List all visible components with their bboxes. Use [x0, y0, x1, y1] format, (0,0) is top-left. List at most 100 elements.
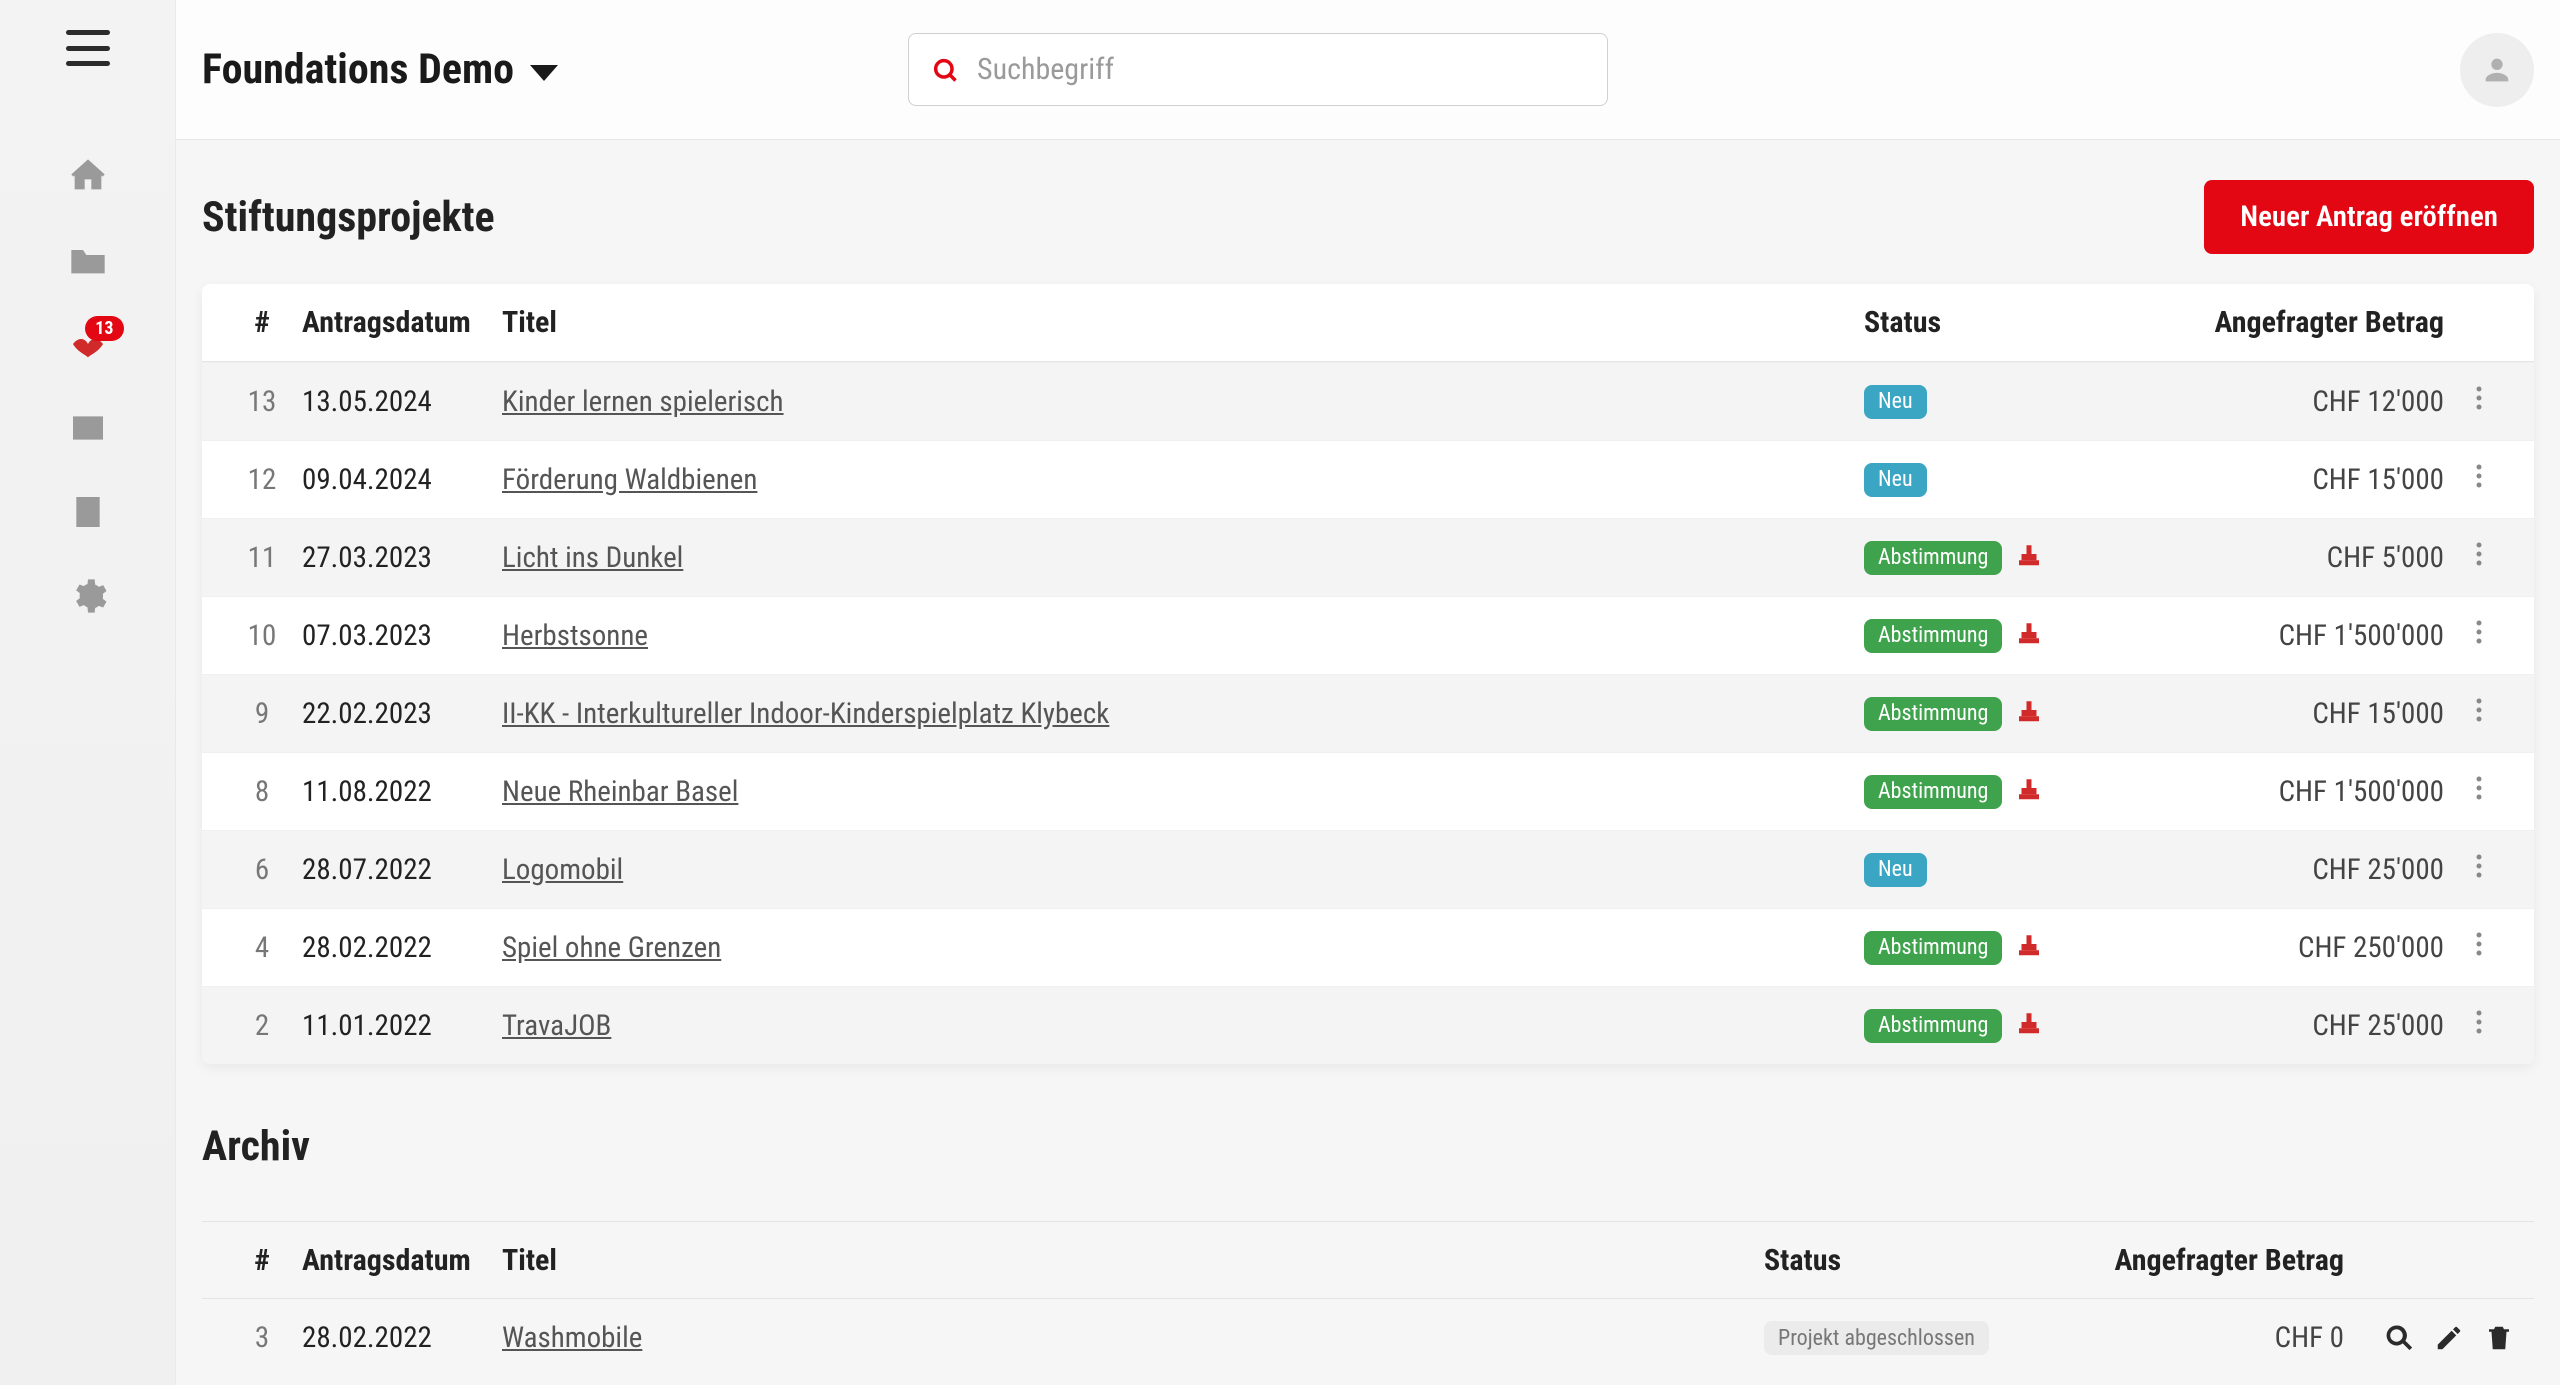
col-header-title: Titel [502, 305, 1864, 340]
row-menu-button[interactable] [2444, 383, 2514, 421]
status-badge: Neu [1864, 463, 1927, 497]
row-status: Abstimmung [1864, 695, 2164, 733]
row-amount: CHF 0 [2064, 1321, 2344, 1355]
row-status: Neu [1864, 385, 2164, 419]
row-amount: CHF 5'000 [2164, 541, 2444, 575]
row-date: 11.08.2022 [302, 775, 502, 809]
projects-table: # Antragsdatum Titel Status Angefragter … [202, 284, 2534, 1064]
table-row[interactable]: 428.02.2022Spiel ohne GrenzenAbstimmungC… [202, 908, 2534, 986]
contacts-icon [68, 492, 108, 532]
row-title-link[interactable]: Herbstsonne [502, 619, 648, 653]
status-badge: Abstimmung [1864, 619, 2002, 653]
row-num: 10 [222, 619, 302, 653]
archive-table-header: # Antragsdatum Titel Status Angefragter … [202, 1221, 2534, 1299]
table-row[interactable]: 1007.03.2023Herbstsonne Abstimmung CHF 1'5… [202, 596, 2534, 674]
archive-heading: Archiv [202, 1122, 2534, 1171]
stamp-icon [2014, 929, 2044, 967]
row-date: 09.04.2024 [302, 463, 502, 497]
search-field[interactable] [908, 33, 1608, 106]
nav-votes-badge: 13 [85, 316, 123, 341]
projects-heading: Stiftungsprojekte [202, 193, 495, 242]
row-num: 6 [222, 853, 302, 887]
row-status: Abstimmung [1864, 929, 2164, 967]
row-date: 07.03.2023 [302, 619, 502, 653]
row-title-link[interactable]: Spiel ohne Grenzen [502, 931, 721, 965]
user-icon [2480, 53, 2514, 87]
search-input[interactable] [977, 52, 1585, 87]
row-title-link[interactable]: Washmobile [502, 1321, 642, 1355]
stamp-icon [2014, 1007, 2044, 1045]
status-badge: Neu [1864, 853, 1927, 887]
nav-contacts[interactable] [64, 488, 112, 536]
row-menu-button[interactable] [2444, 617, 2514, 655]
row-title-link[interactable]: Licht ins Dunkel [502, 541, 683, 575]
row-menu-button[interactable] [2444, 539, 2514, 577]
table-row[interactable]: 211.01.2022TravaJOBAbstimmungCHF 25'000 [202, 986, 2534, 1064]
row-amount: CHF 1'500'000 [2164, 619, 2444, 653]
app-switcher[interactable]: Foundations Demo [202, 45, 558, 94]
row-title-link[interactable]: Förderung Waldbienen [502, 463, 757, 497]
folder-icon [68, 240, 108, 280]
row-menu-button[interactable] [2444, 773, 2514, 811]
topbar: Foundations Demo [176, 0, 2560, 140]
user-menu-button[interactable] [2460, 33, 2534, 107]
edit-icon[interactable] [2434, 1323, 2464, 1353]
stamp-icon [2014, 617, 2044, 655]
stamp-icon [2014, 695, 2044, 733]
status-badge: Abstimmung [1864, 541, 2002, 575]
nav-news[interactable] [64, 404, 112, 452]
row-menu-button[interactable] [2444, 1007, 2514, 1045]
view-icon[interactable] [2384, 1323, 2414, 1353]
nav-projects[interactable] [64, 236, 112, 284]
row-amount: CHF 25'000 [2164, 853, 2444, 887]
table-row[interactable]: 1209.04.2024Förderung WaldbienenNeuCHF 1… [202, 440, 2534, 518]
table-row[interactable]: 1127.03.2023Licht ins DunkelAbstimmungCH… [202, 518, 2534, 596]
col-header-date: Antragsdatum [302, 305, 502, 340]
row-menu-button[interactable] [2444, 695, 2514, 733]
row-menu-button[interactable] [2444, 851, 2514, 889]
row-num: 11 [222, 541, 302, 575]
table-row[interactable]: 1313.05.2024Kinder lernen spielerischNeu… [202, 362, 2534, 440]
nav-votes[interactable]: 13 [64, 320, 112, 368]
row-title-link[interactable]: Logomobil [502, 853, 623, 887]
col-header-status: Status [1764, 1243, 2064, 1278]
row-num: 9 [222, 697, 302, 731]
row-date: 13.05.2024 [302, 385, 502, 419]
row-date: 28.07.2022 [302, 853, 502, 887]
table-row[interactable]: 922.02.2023II-KK - Interkultureller Indo… [202, 674, 2534, 752]
row-menu-button[interactable] [2444, 929, 2514, 967]
caret-down-icon [530, 65, 558, 81]
app-title-label: Foundations Demo [202, 45, 514, 94]
stamp-icon [2014, 773, 2044, 811]
row-amount: CHF 15'000 [2164, 697, 2444, 731]
nav-home[interactable] [64, 152, 112, 200]
row-num: 4 [222, 931, 302, 965]
table-row[interactable]: 811.08.2022Neue Rheinbar BaselAbstimmung… [202, 752, 2534, 830]
row-status: Abstimmung [1864, 1007, 2164, 1045]
table-row[interactable]: 328.02.2022WashmobileProjekt abgeschloss… [202, 1299, 2534, 1377]
status-badge: Abstimmung [1864, 1009, 2002, 1043]
col-header-status: Status [1864, 305, 2164, 340]
row-title-link[interactable]: Neue Rheinbar Basel [502, 775, 738, 809]
row-title-link[interactable]: II-KK - Interkultureller Indoor-Kindersp… [502, 697, 1109, 731]
search-icon [931, 56, 959, 84]
row-title-link[interactable]: Kinder lernen spielerisch [502, 385, 784, 419]
table-row[interactable]: 628.07.2022Logomobil Neu CHF 25'000 [202, 830, 2534, 908]
menu-toggle-button[interactable] [66, 30, 110, 66]
row-num: 12 [222, 463, 302, 497]
col-header-title: Titel [502, 1243, 1764, 1278]
row-date: 11.01.2022 [302, 1009, 502, 1043]
row-title-link[interactable]: TravaJOB [502, 1009, 611, 1043]
row-actions [2344, 1323, 2514, 1353]
nav-settings[interactable] [64, 572, 112, 620]
row-menu-button[interactable] [2444, 461, 2514, 499]
delete-icon[interactable] [2484, 1323, 2514, 1353]
row-status: Abstimmung [1864, 617, 2164, 655]
row-status: Neu [1864, 853, 2164, 887]
row-status: Abstimmung [1864, 539, 2164, 577]
row-status: Neu [1864, 463, 2164, 497]
new-request-button[interactable]: Neuer Antrag eröffnen [2204, 180, 2534, 254]
status-badge: Neu [1864, 385, 1927, 419]
home-icon [68, 156, 108, 196]
row-num: 8 [222, 775, 302, 809]
